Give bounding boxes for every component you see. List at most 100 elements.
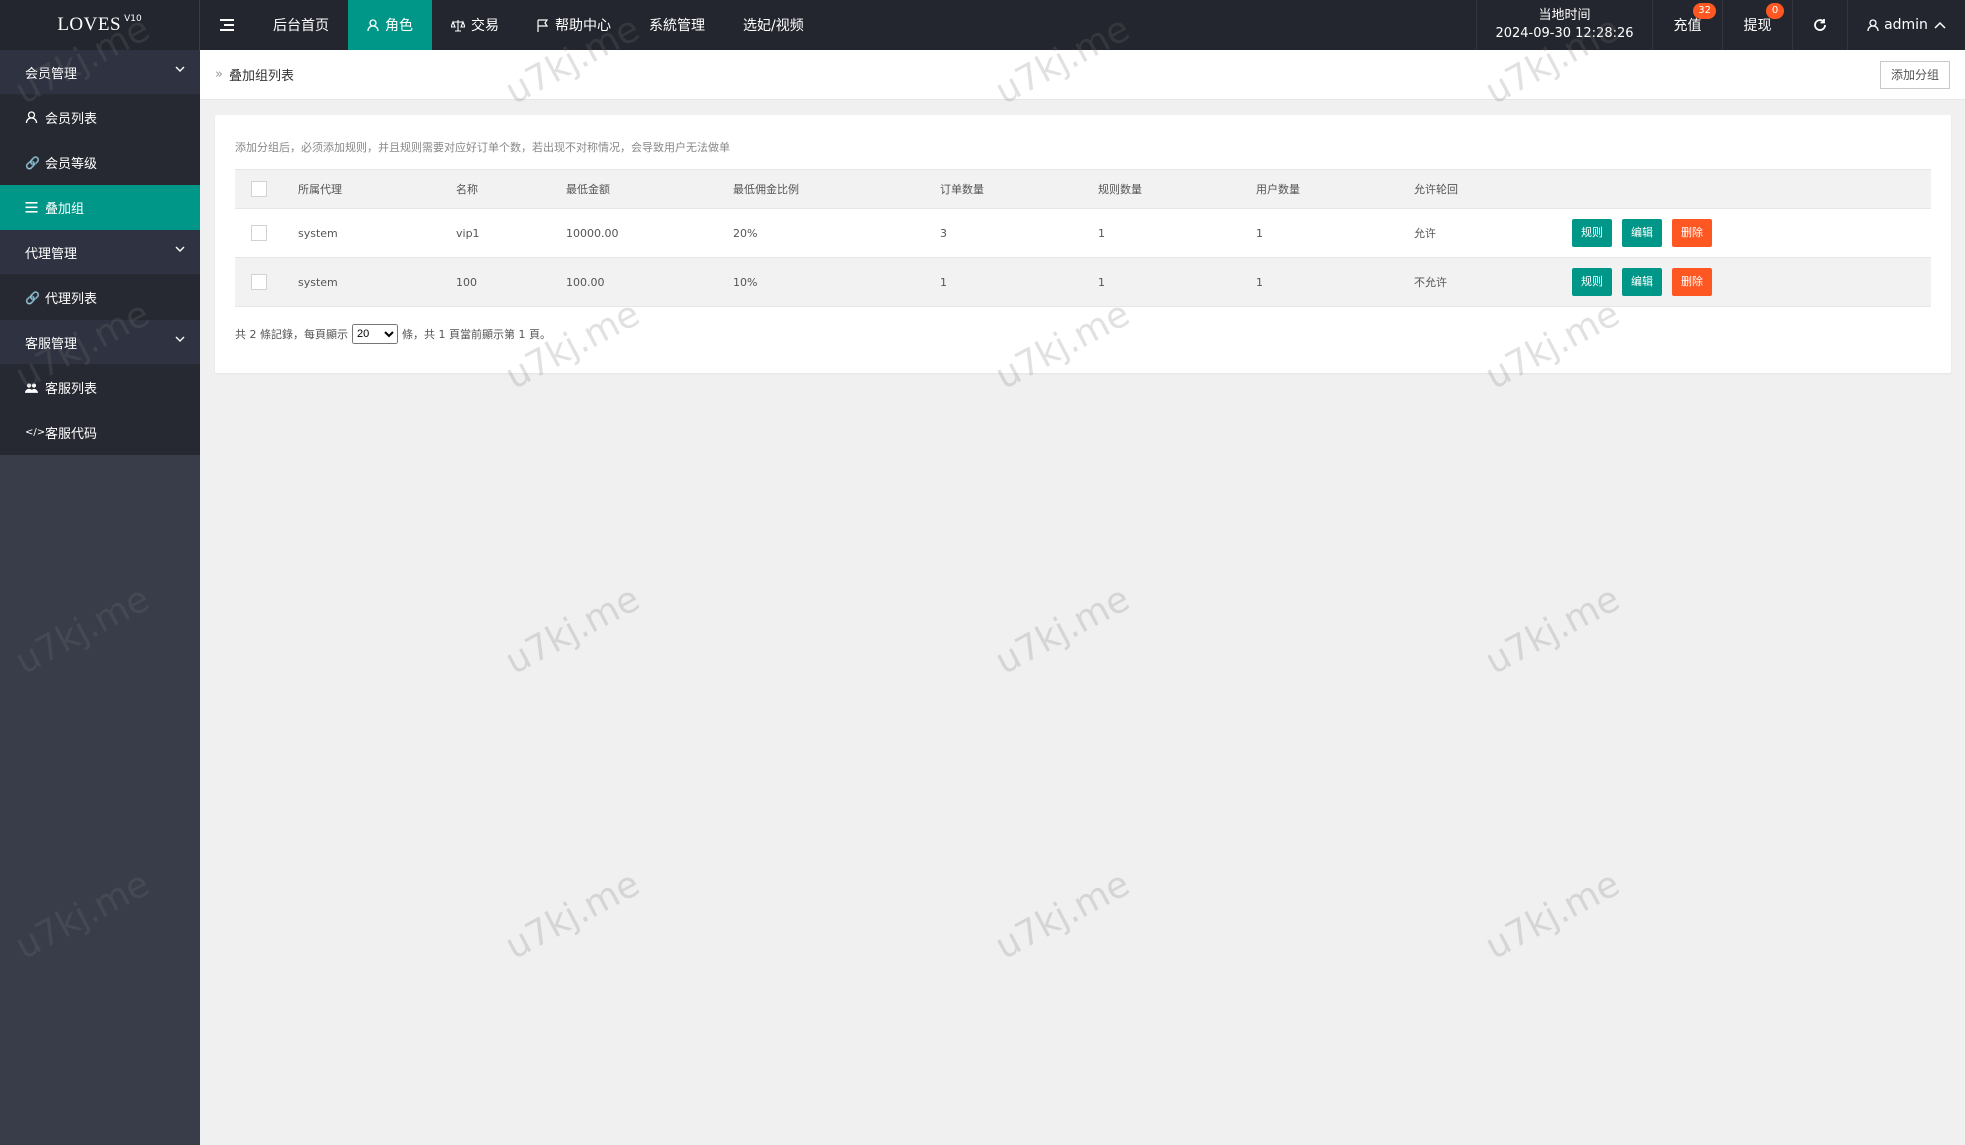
- sidebar-item-member-level[interactable]: 🔗 会员等级: [0, 140, 200, 185]
- nav-item-help[interactable]: 帮助中心: [518, 0, 630, 50]
- delete-button[interactable]: 删除: [1672, 268, 1712, 296]
- user-icon: [1867, 18, 1879, 31]
- nav-item-trade[interactable]: 交易: [432, 0, 518, 50]
- flag-icon: [537, 18, 549, 32]
- nav-label: 角色: [385, 18, 413, 34]
- row-select-cell: [235, 208, 298, 258]
- cell-actions: 规则 编辑 删除: [1572, 208, 1931, 258]
- notice-text: 添加分组后，必须添加规则，并且规则需要对应好订单个数，若出现不对称情况，会导致用…: [235, 141, 730, 154]
- col-allow-loop: 允许轮回: [1414, 169, 1572, 209]
- cell-agent: system: [298, 257, 456, 307]
- groups-table: 所属代理 名称 最低金额 最低佣金比例 订单数量 规则数量 用户数量 允许轮回 …: [235, 169, 1931, 307]
- group-label: 代理管理: [25, 246, 78, 262]
- row-checkbox[interactable]: [251, 225, 267, 241]
- sidebar-item-label: 会员等级: [45, 157, 98, 172]
- admin-menu[interactable]: admin: [1847, 0, 1965, 50]
- menu-toggle-button[interactable]: [200, 0, 254, 50]
- logo[interactable]: LOVES V10: [0, 0, 200, 50]
- breadcrumb-separator-icon: »: [215, 67, 223, 82]
- row-checkbox[interactable]: [251, 274, 267, 290]
- cell-rule-count: 1: [1098, 257, 1256, 307]
- col-name: 名称: [456, 169, 566, 209]
- group-label: 客服管理: [25, 336, 78, 352]
- nav-item-role[interactable]: 角色: [348, 0, 432, 50]
- pager-after: 條，共 1 頁當前顯示第 1 頁。: [402, 328, 551, 341]
- list-icon: [25, 202, 38, 213]
- sidebar-group-support[interactable]: 客服管理: [0, 320, 200, 365]
- add-group-button[interactable]: 添加分组: [1879, 61, 1950, 89]
- sidebar-item-support-code[interactable]: </> 客服代码: [0, 410, 200, 455]
- table-row: system 100 100.00 10% 1 1 1 不允许 规则 编辑 删除: [235, 257, 1931, 307]
- sidebar-group-members[interactable]: 会员管理: [0, 50, 200, 95]
- withdraw-label: 提现: [1743, 18, 1772, 34]
- breadcrumb: » 叠加组列表 添加分组: [200, 50, 1965, 100]
- edit-button[interactable]: 编辑: [1622, 268, 1662, 296]
- users-icon: [25, 382, 38, 393]
- logo-version: V10: [124, 14, 142, 24]
- sidebar-item-label: 客服列表: [45, 382, 98, 397]
- logo-text: LOVES: [57, 14, 122, 35]
- col-rule-count: 规则数量: [1098, 169, 1256, 209]
- admin-label: admin: [1884, 17, 1928, 33]
- cell-min-commission: 10%: [733, 257, 940, 307]
- content-card: 添加分组后，必须添加规则，并且规则需要对应好订单个数，若出现不对称情况，会导致用…: [215, 115, 1951, 373]
- table-header-row: 所属代理 名称 最低金额 最低佣金比例 订单数量 规则数量 用户数量 允许轮回: [235, 169, 1931, 209]
- main-nav: 后台首页 角色 交易 帮助中心 系統管理 选妃/视频: [200, 0, 823, 50]
- sidebar-item-member-list[interactable]: 会员列表: [0, 95, 200, 140]
- sidebar-item-label: 叠加组: [45, 202, 85, 217]
- nav-label: 后台首页: [273, 18, 329, 34]
- delete-button[interactable]: 删除: [1672, 219, 1712, 247]
- watermark: u7kj.me: [1478, 863, 1627, 968]
- watermark: u7kj.me: [1478, 578, 1627, 683]
- select-all-checkbox[interactable]: [251, 181, 267, 197]
- col-min-amount: 最低金额: [566, 169, 733, 209]
- sidebar-item-support-list[interactable]: 客服列表: [0, 365, 200, 410]
- cell-user-count: 1: [1256, 257, 1414, 307]
- time-value: 2024-09-30 12:28:26: [1495, 26, 1634, 41]
- page-size-select[interactable]: 20: [352, 324, 398, 344]
- recharge-button[interactable]: 充值 32: [1652, 0, 1722, 50]
- time-label: 当地时间: [1538, 8, 1591, 23]
- local-time: 当地时间 2024-09-30 12:28:26: [1476, 0, 1652, 50]
- link-icon: 🔗: [25, 155, 40, 170]
- rule-button[interactable]: 规则: [1572, 219, 1612, 247]
- pager-before: 共 2 條記錄，每頁顯示: [235, 328, 348, 341]
- watermark: u7kj.me: [498, 578, 647, 683]
- edit-button[interactable]: 编辑: [1622, 219, 1662, 247]
- link-icon: 🔗: [25, 290, 40, 305]
- sidebar-item-label: 代理列表: [45, 292, 98, 307]
- withdraw-button[interactable]: 提现 0: [1722, 0, 1792, 50]
- user-icon: [25, 111, 38, 124]
- chevron-up-icon: [1934, 21, 1946, 29]
- rule-button[interactable]: 规则: [1572, 268, 1612, 296]
- col-order-count: 订单数量: [940, 169, 1098, 209]
- sidebar-item-label: 会员列表: [45, 112, 98, 127]
- nav-label: 选妃/视频: [743, 18, 804, 34]
- refresh-icon: [1814, 19, 1826, 31]
- watermark: u7kj.me: [988, 578, 1137, 683]
- nav-item-dashboard[interactable]: 后台首页: [254, 0, 348, 50]
- chevron-down-icon: [175, 336, 185, 342]
- col-agent: 所属代理: [298, 169, 456, 209]
- sidebar-item-overlay-group[interactable]: 叠加组: [0, 185, 200, 230]
- cell-allow-loop: 不允许: [1414, 257, 1572, 307]
- cell-min-amount: 10000.00: [566, 208, 733, 258]
- nav-item-system[interactable]: 系統管理: [630, 0, 724, 50]
- sidebar-item-label: 客服代码: [45, 427, 98, 442]
- cell-min-commission: 20%: [733, 208, 940, 258]
- refresh-button[interactable]: [1792, 0, 1847, 50]
- chevron-down-icon: [175, 66, 185, 72]
- page-title: 叠加组列表: [228, 69, 294, 84]
- sidebar-group-agents[interactable]: 代理管理: [0, 230, 200, 275]
- cell-name: 100: [456, 257, 566, 307]
- scale-icon: [451, 19, 465, 32]
- sidebar: 会员管理 会员列表 🔗 会员等级 叠加组 代理管理 🔗 代理列表 客服管理 客服…: [0, 50, 200, 1145]
- nav-item-video[interactable]: 选妃/视频: [724, 0, 823, 50]
- menu-icon: [220, 19, 234, 31]
- cell-user-count: 1: [1256, 208, 1414, 258]
- sidebar-item-agent-list[interactable]: 🔗 代理列表: [0, 275, 200, 320]
- cell-rule-count: 1: [1098, 208, 1256, 258]
- cell-order-count: 1: [940, 257, 1098, 307]
- chevron-down-icon: [175, 246, 185, 252]
- cell-name: vip1: [456, 208, 566, 258]
